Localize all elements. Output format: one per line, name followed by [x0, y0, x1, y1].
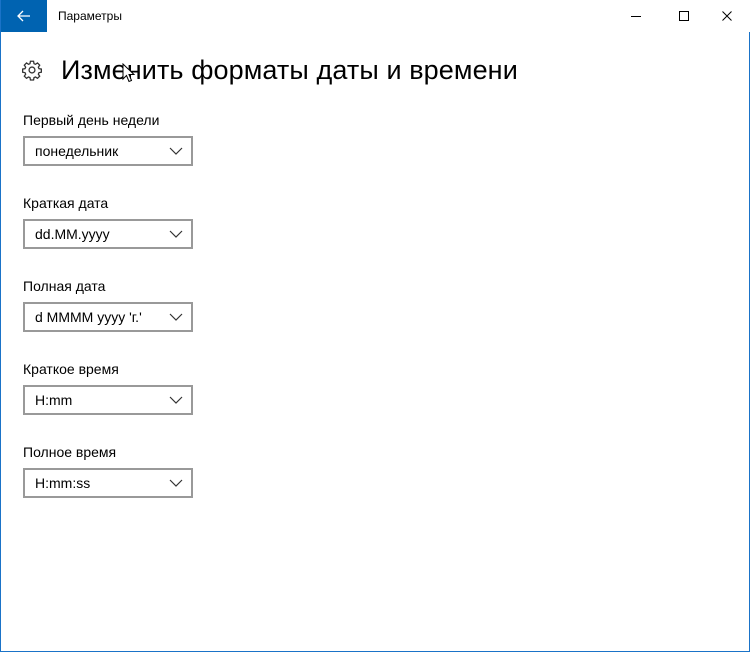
- gear-icon: [22, 60, 42, 81]
- window-title: Параметры: [58, 9, 122, 23]
- long-time-select[interactable]: H:mm:ss: [23, 468, 193, 498]
- minimize-icon: [631, 16, 641, 17]
- short-time-value: H:mm: [35, 392, 73, 408]
- chevron-down-icon: [169, 479, 183, 487]
- short-time-label: Краткое время: [23, 361, 119, 377]
- back-button[interactable]: [1, 0, 47, 32]
- mouse-cursor-icon: [122, 63, 136, 83]
- short-date-select[interactable]: dd.MM.yyyy: [23, 219, 193, 249]
- long-date-label: Полная дата: [23, 278, 106, 294]
- chevron-down-icon: [169, 230, 183, 238]
- chevron-down-icon: [169, 313, 183, 321]
- short-time-select[interactable]: H:mm: [23, 385, 193, 415]
- long-time-label: Полное время: [23, 444, 117, 460]
- maximize-icon: [679, 11, 689, 21]
- title-bar: Параметры: [1, 0, 750, 32]
- long-date-select[interactable]: d MMMM yyyy 'г.': [23, 302, 193, 332]
- maximize-button[interactable]: [661, 0, 707, 32]
- short-date-label: Краткая дата: [23, 195, 109, 211]
- settings-window: Параметры Изменить форматы даты и времен…: [0, 0, 750, 652]
- chevron-down-icon: [169, 396, 183, 404]
- first-day-value: понедельник: [35, 143, 119, 159]
- close-icon: [722, 11, 732, 21]
- long-date-value: d MMMM yyyy 'г.': [35, 309, 142, 325]
- page-heading: Изменить форматы даты и времени: [21, 52, 518, 88]
- arrow-left-icon: [17, 10, 30, 22]
- short-date-value: dd.MM.yyyy: [35, 226, 110, 242]
- long-time-value: H:mm:ss: [35, 475, 91, 491]
- chevron-down-icon: [169, 147, 183, 155]
- first-day-label: Первый день недели: [23, 112, 160, 128]
- minimize-button[interactable]: [613, 0, 659, 32]
- first-day-select[interactable]: понедельник: [23, 136, 193, 166]
- close-button[interactable]: [704, 0, 750, 32]
